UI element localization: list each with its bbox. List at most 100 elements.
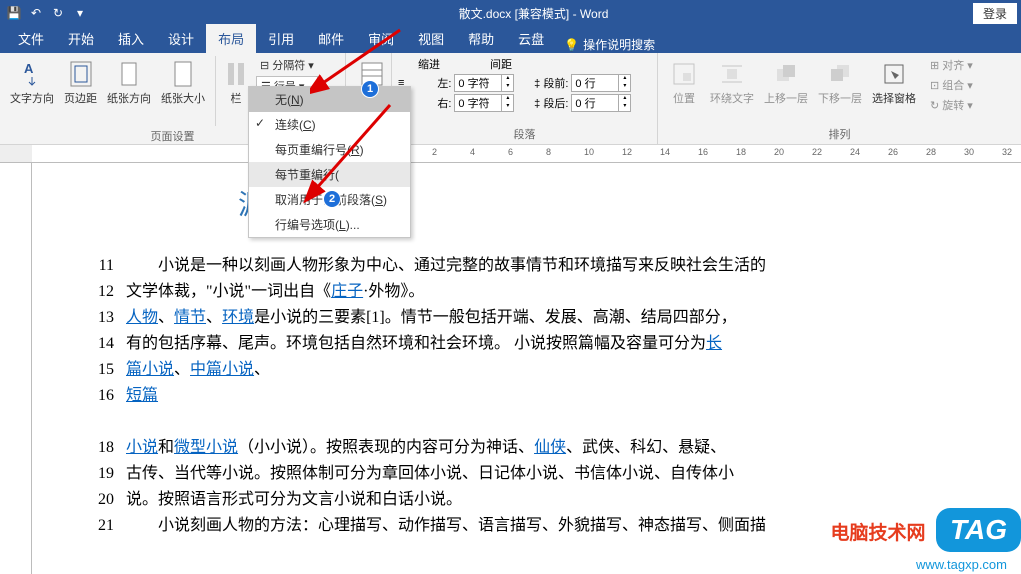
ribbon-tabs: 文件 开始 插入 设计 布局 引用 邮件 审阅 视图 帮助 云盘 💡 操作说明搜… (0, 26, 1021, 53)
space-before-input[interactable]: 0 行▴▾ (571, 74, 631, 92)
qat-customize-icon[interactable]: ▾ (70, 3, 90, 23)
line-text: 小说和微型小说（小小说）。按照表现的内容可分为神话、仙侠、武侠、科幻、悬疑、 (126, 435, 1021, 461)
line-number (88, 409, 126, 435)
space-after-icon: ‡ (534, 98, 540, 110)
line-text: 古传、当代等小说。按照体制可分为章回体小说、日记体小说、书信体小说、自传体小 (126, 461, 1021, 487)
doc-line[interactable]: 13人物、情节、环境是小说的三要素[1]。情节一般包括开端、发展、高潮、结局四部… (88, 305, 1021, 331)
margins-icon (65, 58, 97, 90)
dd-continuous[interactable]: ✓连续(C) (249, 112, 410, 137)
watermark: 电脑技术网 TAG www.tagxp.com (831, 508, 1021, 552)
tab-references[interactable]: 引用 (256, 24, 306, 53)
breaks-icon: ⊟ (260, 59, 269, 72)
align-icon: ⊞ (930, 59, 939, 72)
line-text: 有的包括序幕、尾声。环境包括自然环境和社会环境。 小说按照篇幅及容量可分为长 (126, 331, 1021, 357)
breaks-button[interactable]: ⊟ 分隔符 ▾ (256, 56, 318, 74)
position-icon (668, 58, 700, 90)
horizontal-ruler[interactable]: 2468101214161820222426283032343638 (32, 145, 1021, 163)
tab-cloud[interactable]: 云盘 (506, 24, 556, 53)
line-number: 14 (88, 331, 126, 357)
undo-icon[interactable]: ↶ (26, 3, 46, 23)
group-label-arrange: 排列 (664, 124, 1015, 144)
doc-line[interactable]: 16短篇 (88, 383, 1021, 409)
window-title: 散文.docx [兼容模式] - Word (94, 5, 973, 22)
tab-review[interactable]: 审阅 (356, 24, 406, 53)
columns-button[interactable]: 栏 (222, 56, 250, 108)
lightbulb-icon: 💡 (564, 38, 579, 52)
tab-view[interactable]: 视图 (406, 24, 456, 53)
login-button[interactable]: 登录 (973, 3, 1017, 24)
dd-options[interactable]: 行编号选项(L)... (249, 212, 410, 237)
text-direction-icon: A (22, 58, 42, 90)
annotation-2: 2 (323, 190, 341, 208)
dd-none[interactable]: 无(N) (249, 87, 410, 112)
margins-button[interactable]: 页边距 (60, 56, 101, 108)
line-numbers-dropdown: 无(N) ✓连续(C) 每页重编行号(R) 每节重编行( 取消用于当前段落(S)… (248, 86, 411, 238)
tab-file[interactable]: 文件 (6, 24, 56, 53)
doc-line[interactable] (88, 409, 1021, 435)
tab-layout[interactable]: 布局 (206, 24, 256, 53)
send-backward-button[interactable]: 下移一层 (814, 56, 866, 108)
position-button[interactable]: 位置 (664, 56, 704, 108)
chevron-down-icon: ▾ (308, 59, 314, 72)
line-number: 21 (88, 513, 126, 539)
dd-restart-section[interactable]: 每节重编行( (249, 162, 410, 187)
rotate-button[interactable]: ↻旋转▾ (926, 96, 977, 114)
text-direction-button[interactable]: A 文字方向 (6, 56, 58, 108)
line-number: 13 (88, 305, 126, 331)
indent-right-input[interactable]: 0 字符▴▾ (454, 94, 514, 112)
size-icon (167, 58, 199, 90)
tab-mailings[interactable]: 邮件 (306, 24, 356, 53)
line-number: 18 (88, 435, 126, 461)
line-text: 人物、情节、环境是小说的三要素[1]。情节一般包括开端、发展、高潮、结局四部分， (126, 305, 1021, 331)
line-number: 12 (88, 279, 126, 305)
line-number: 20 (88, 487, 126, 513)
line-text (126, 409, 1021, 435)
line-text: 小说是一种以刻画人物形象为中心、通过完整的故事情节和环境描写来反映社会生活的 (126, 253, 1021, 279)
doc-line[interactable]: 11小说是一种以刻画人物形象为中心、通过完整的故事情节和环境描写来反映社会生活的 (88, 253, 1021, 279)
save-icon[interactable]: 💾 (4, 3, 24, 23)
bring-forward-button[interactable]: 上移一层 (760, 56, 812, 108)
orientation-icon (113, 58, 145, 90)
svg-text:A: A (24, 61, 34, 76)
dd-restart-page[interactable]: 每页重编行号(R) (249, 137, 410, 162)
size-button[interactable]: 纸张大小 (157, 56, 209, 108)
indent-left-input[interactable]: 0 字符▴▾ (454, 74, 514, 92)
ribbon: A 文字方向 页边距 纸张方向 纸张大小 栏 (0, 53, 1021, 145)
orientation-button[interactable]: 纸张方向 (103, 56, 155, 108)
tab-help[interactable]: 帮助 (456, 24, 506, 53)
ruler-corner (0, 145, 32, 163)
line-number: 15 (88, 357, 126, 383)
redo-icon[interactable]: ↻ (48, 3, 68, 23)
annotation-1: 1 (361, 80, 379, 98)
space-before-icon: ‡ (534, 78, 540, 90)
doc-line[interactable]: 12文学体裁，"小说"一词出自《庄子·外物》。 (88, 279, 1021, 305)
line-text: 文学体裁，"小说"一词出自《庄子·外物》。 (126, 279, 1021, 305)
selection-icon (878, 58, 910, 90)
tab-home[interactable]: 开始 (56, 24, 106, 53)
doc-line[interactable]: 18小说和微型小说（小小说）。按照表现的内容可分为神话、仙侠、武侠、科幻、悬疑、 (88, 435, 1021, 461)
group-label-paragraph: 段落 (398, 124, 651, 144)
wrap-text-button[interactable]: 环绕文字 (706, 56, 758, 108)
backward-icon (824, 58, 856, 90)
tell-me-search[interactable]: 💡 操作说明搜索 (556, 36, 663, 53)
space-after-input[interactable]: 0 行▴▾ (571, 94, 631, 112)
wrap-icon (716, 58, 748, 90)
line-number: 11 (88, 253, 126, 279)
selection-pane-button[interactable]: 选择窗格 (868, 56, 920, 108)
forward-icon (770, 58, 802, 90)
tab-insert[interactable]: 插入 (106, 24, 156, 53)
doc-line[interactable]: 19古传、当代等小说。按照体制可分为章回体小说、日记体小说、书信体小说、自传体小 (88, 461, 1021, 487)
rotate-icon: ↻ (930, 99, 939, 112)
align-button[interactable]: ⊞对齐▾ (926, 56, 977, 74)
doc-line[interactable]: 14有的包括序幕、尾声。环境包括自然环境和社会环境。 小说按照篇幅及容量可分为长 (88, 331, 1021, 357)
group-button[interactable]: ⊡组合▾ (926, 76, 977, 94)
vertical-ruler[interactable] (14, 163, 32, 574)
doc-line[interactable]: 15篇小说、中篇小说、 (88, 357, 1021, 383)
line-number: 19 (88, 461, 126, 487)
columns-icon (226, 58, 246, 90)
line-text: 篇小说、中篇小说、 (126, 357, 1021, 383)
line-number: 16 (88, 383, 126, 409)
line-text: 短篇 (126, 383, 1021, 409)
tab-design[interactable]: 设计 (156, 24, 206, 53)
group-icon: ⊡ (930, 79, 939, 92)
